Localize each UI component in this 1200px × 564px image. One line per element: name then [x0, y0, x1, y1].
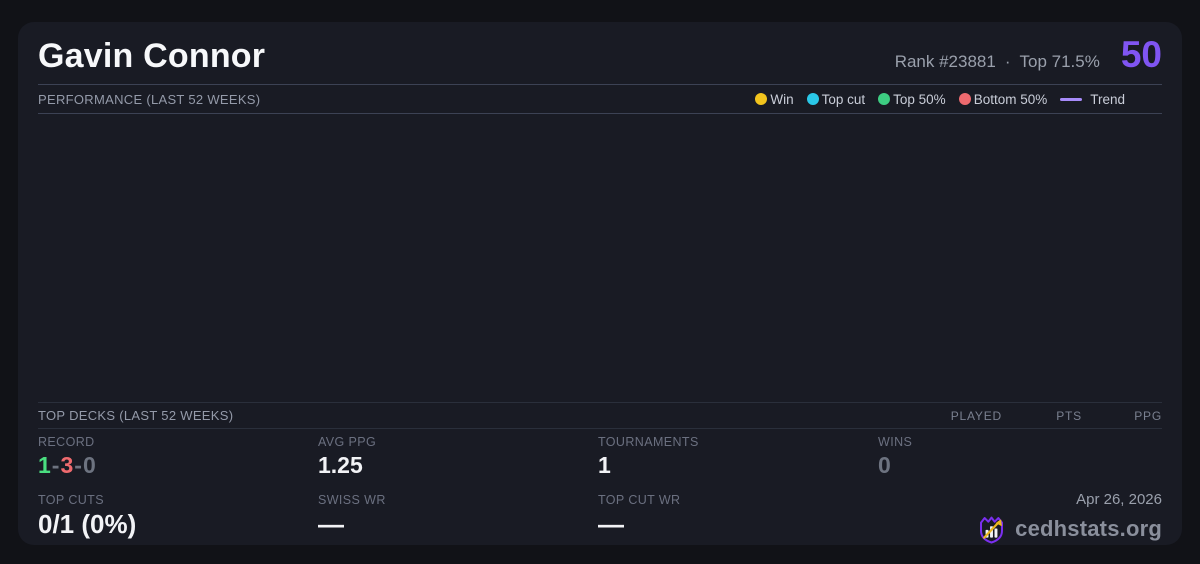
chart-legend: Win Top cut Top 50% Bottom 50% Trend [755, 92, 1125, 107]
performance-header: PERFORMANCE (LAST 52 WEEKS) Win Top cut … [38, 85, 1162, 114]
footer: Apr 26, 2026 cedhstats.org [878, 487, 1162, 545]
legend-item-top-cut: Top cut [807, 92, 866, 107]
legend-label-bottom-50: Bottom 50% [974, 92, 1048, 107]
cedhstats-logo-icon [976, 513, 1007, 545]
top-decks-columns: PLAYED PTS PPG [922, 409, 1162, 423]
card-header: Gavin Connor Rank #23881 · Top 71.5% 50 [38, 22, 1162, 84]
stat-record: RECORD 1-3-0 [38, 429, 318, 487]
record-label: RECORD [38, 435, 318, 449]
stat-top-cut-wr: TOP CUT WR — [598, 487, 878, 545]
stat-tournaments: TOURNAMENTS 1 [598, 429, 878, 487]
top-cut-dot-icon [807, 93, 819, 105]
tournaments-label: TOURNAMENTS [598, 435, 878, 449]
stat-avg-ppg: AVG PPG 1.25 [318, 429, 598, 487]
record-separator: - [73, 452, 83, 478]
performance-title: PERFORMANCE (LAST 52 WEEKS) [38, 92, 260, 107]
swiss-wr-label: SWISS WR [318, 493, 598, 507]
brand-row: cedhstats.org [976, 513, 1162, 545]
legend-item-bottom-50: Bottom 50% [959, 92, 1048, 107]
record-draws: 0 [83, 452, 96, 478]
trend-line-icon [1060, 98, 1082, 101]
top-decks-title: TOP DECKS (LAST 52 WEEKS) [38, 408, 233, 423]
top-percent-text: Top 71.5% [1020, 52, 1100, 72]
legend-label-win: Win [770, 92, 793, 107]
tournaments-value: 1 [598, 452, 878, 479]
player-stats-card: Gavin Connor Rank #23881 · Top 71.5% 50 … [18, 22, 1182, 545]
top-cuts-value: 0/1 (0%) [38, 509, 318, 540]
date-text: Apr 26, 2026 [1076, 491, 1162, 508]
top-cut-wr-label: TOP CUT WR [598, 493, 878, 507]
record-losses: 3 [60, 452, 73, 478]
performance-chart-area [38, 114, 1162, 402]
legend-label-trend: Trend [1090, 92, 1125, 107]
page-background: Gavin Connor Rank #23881 · Top 71.5% 50 … [0, 0, 1200, 564]
stats-grid: RECORD 1-3-0 AVG PPG 1.25 TOURNAMENTS 1 … [38, 429, 1162, 545]
legend-item-trend: Trend [1060, 92, 1125, 107]
column-header-played: PLAYED [922, 409, 1002, 423]
stat-swiss-wr: SWISS WR — [318, 487, 598, 545]
legend-item-top-50: Top 50% [878, 92, 946, 107]
avg-ppg-value: 1.25 [318, 452, 598, 479]
top-50-dot-icon [878, 93, 890, 105]
column-header-ppg: PPG [1082, 409, 1162, 423]
swiss-wr-value: — [318, 509, 598, 540]
bottom-50-dot-icon [959, 93, 971, 105]
rank-separator-dot: · [1005, 52, 1011, 72]
column-header-pts: PTS [1002, 409, 1082, 423]
top-cuts-label: TOP CUTS [38, 493, 318, 507]
top-decks-header: TOP DECKS (LAST 52 WEEKS) PLAYED PTS PPG [38, 403, 1162, 428]
avg-ppg-label: AVG PPG [318, 435, 598, 449]
record-value: 1-3-0 [38, 452, 318, 479]
wins-value: 0 [878, 452, 1162, 479]
player-score: 50 [1121, 34, 1162, 76]
rank-text: Rank #23881 [895, 52, 996, 72]
win-dot-icon [755, 93, 767, 105]
player-name: Gavin Connor [38, 37, 265, 76]
legend-label-top-cut: Top cut [822, 92, 866, 107]
wins-label: WINS [878, 435, 1162, 449]
brand-name[interactable]: cedhstats.org [1015, 516, 1162, 542]
record-wins: 1 [38, 452, 51, 478]
top-cut-wr-value: — [598, 509, 878, 540]
legend-item-win: Win [755, 92, 793, 107]
stat-top-cuts: TOP CUTS 0/1 (0%) [38, 487, 318, 545]
rank-summary: Rank #23881 · Top 71.5% 50 [895, 34, 1162, 76]
stat-wins: WINS 0 [878, 429, 1162, 487]
legend-label-top-50: Top 50% [893, 92, 946, 107]
